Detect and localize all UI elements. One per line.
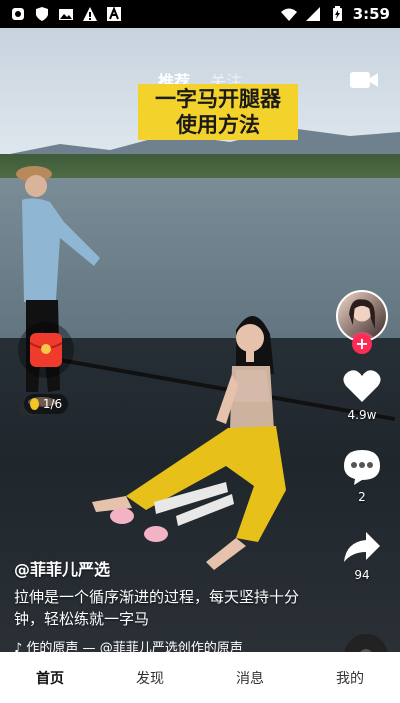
video-title-banner: 一字马开腿器 使用方法 xyxy=(138,84,298,140)
like-count: 4.9w xyxy=(347,408,377,422)
red-packet-progress-text: 1/6 xyxy=(42,397,63,411)
shield-icon xyxy=(36,7,48,21)
author-username[interactable]: @菲菲儿严选 xyxy=(14,556,314,580)
warning-icon xyxy=(83,7,97,21)
follow-button[interactable]: + xyxy=(352,334,372,354)
comment-action[interactable]: 2 xyxy=(342,448,382,504)
battery-icon xyxy=(332,6,342,21)
wifi-icon xyxy=(280,8,297,21)
camera-icon[interactable] xyxy=(348,68,380,92)
notification-icon xyxy=(12,8,24,20)
video-description: 拉伸是一个循序渐进的过程，每天坚持十分钟，轻松练就一字马 xyxy=(14,588,300,628)
share-icon[interactable] xyxy=(342,530,382,564)
nav-messages[interactable]: 消息 xyxy=(236,668,264,688)
title-line-2: 使用方法 xyxy=(176,113,260,137)
share-action[interactable]: 94 xyxy=(342,530,382,582)
bottom-nav: 首页 发现 消息 我的 xyxy=(0,652,400,703)
red-packet-icon xyxy=(29,333,63,367)
share-count: 94 xyxy=(354,568,370,582)
music-title[interactable]: ♪ 作的原声 — @菲菲儿严选创作的原声 xyxy=(14,638,314,652)
title-line-1: 一字马开腿器 xyxy=(155,87,281,111)
nav-me[interactable]: 我的 xyxy=(336,668,364,688)
seated-person xyxy=(92,315,286,570)
clock: 3:59 xyxy=(352,5,390,23)
nav-home[interactable]: 首页 xyxy=(36,668,64,688)
like-action[interactable]: 4.9w xyxy=(342,368,382,422)
comment-count: 2 xyxy=(358,490,366,504)
author-avatar-wrap[interactable]: + xyxy=(336,290,388,354)
status-bar: 3:59 xyxy=(0,0,400,28)
action-column: + 4.9w 2 94 xyxy=(334,290,390,582)
signal-icon xyxy=(305,7,320,21)
coin-icon xyxy=(29,398,39,410)
comment-icon[interactable] xyxy=(342,448,382,486)
heart-icon[interactable] xyxy=(342,368,382,404)
nav-discover[interactable]: 发现 xyxy=(136,668,164,688)
red-packet-progress: 1/6 xyxy=(24,394,68,414)
video-caption: @菲菲儿严选 拉伸是一个循序渐进的过程，每天坚持十分钟，轻松练就一字马 xyxy=(14,556,314,630)
image-icon xyxy=(59,9,73,20)
red-packet-button[interactable] xyxy=(18,322,74,378)
font-icon xyxy=(107,6,121,21)
